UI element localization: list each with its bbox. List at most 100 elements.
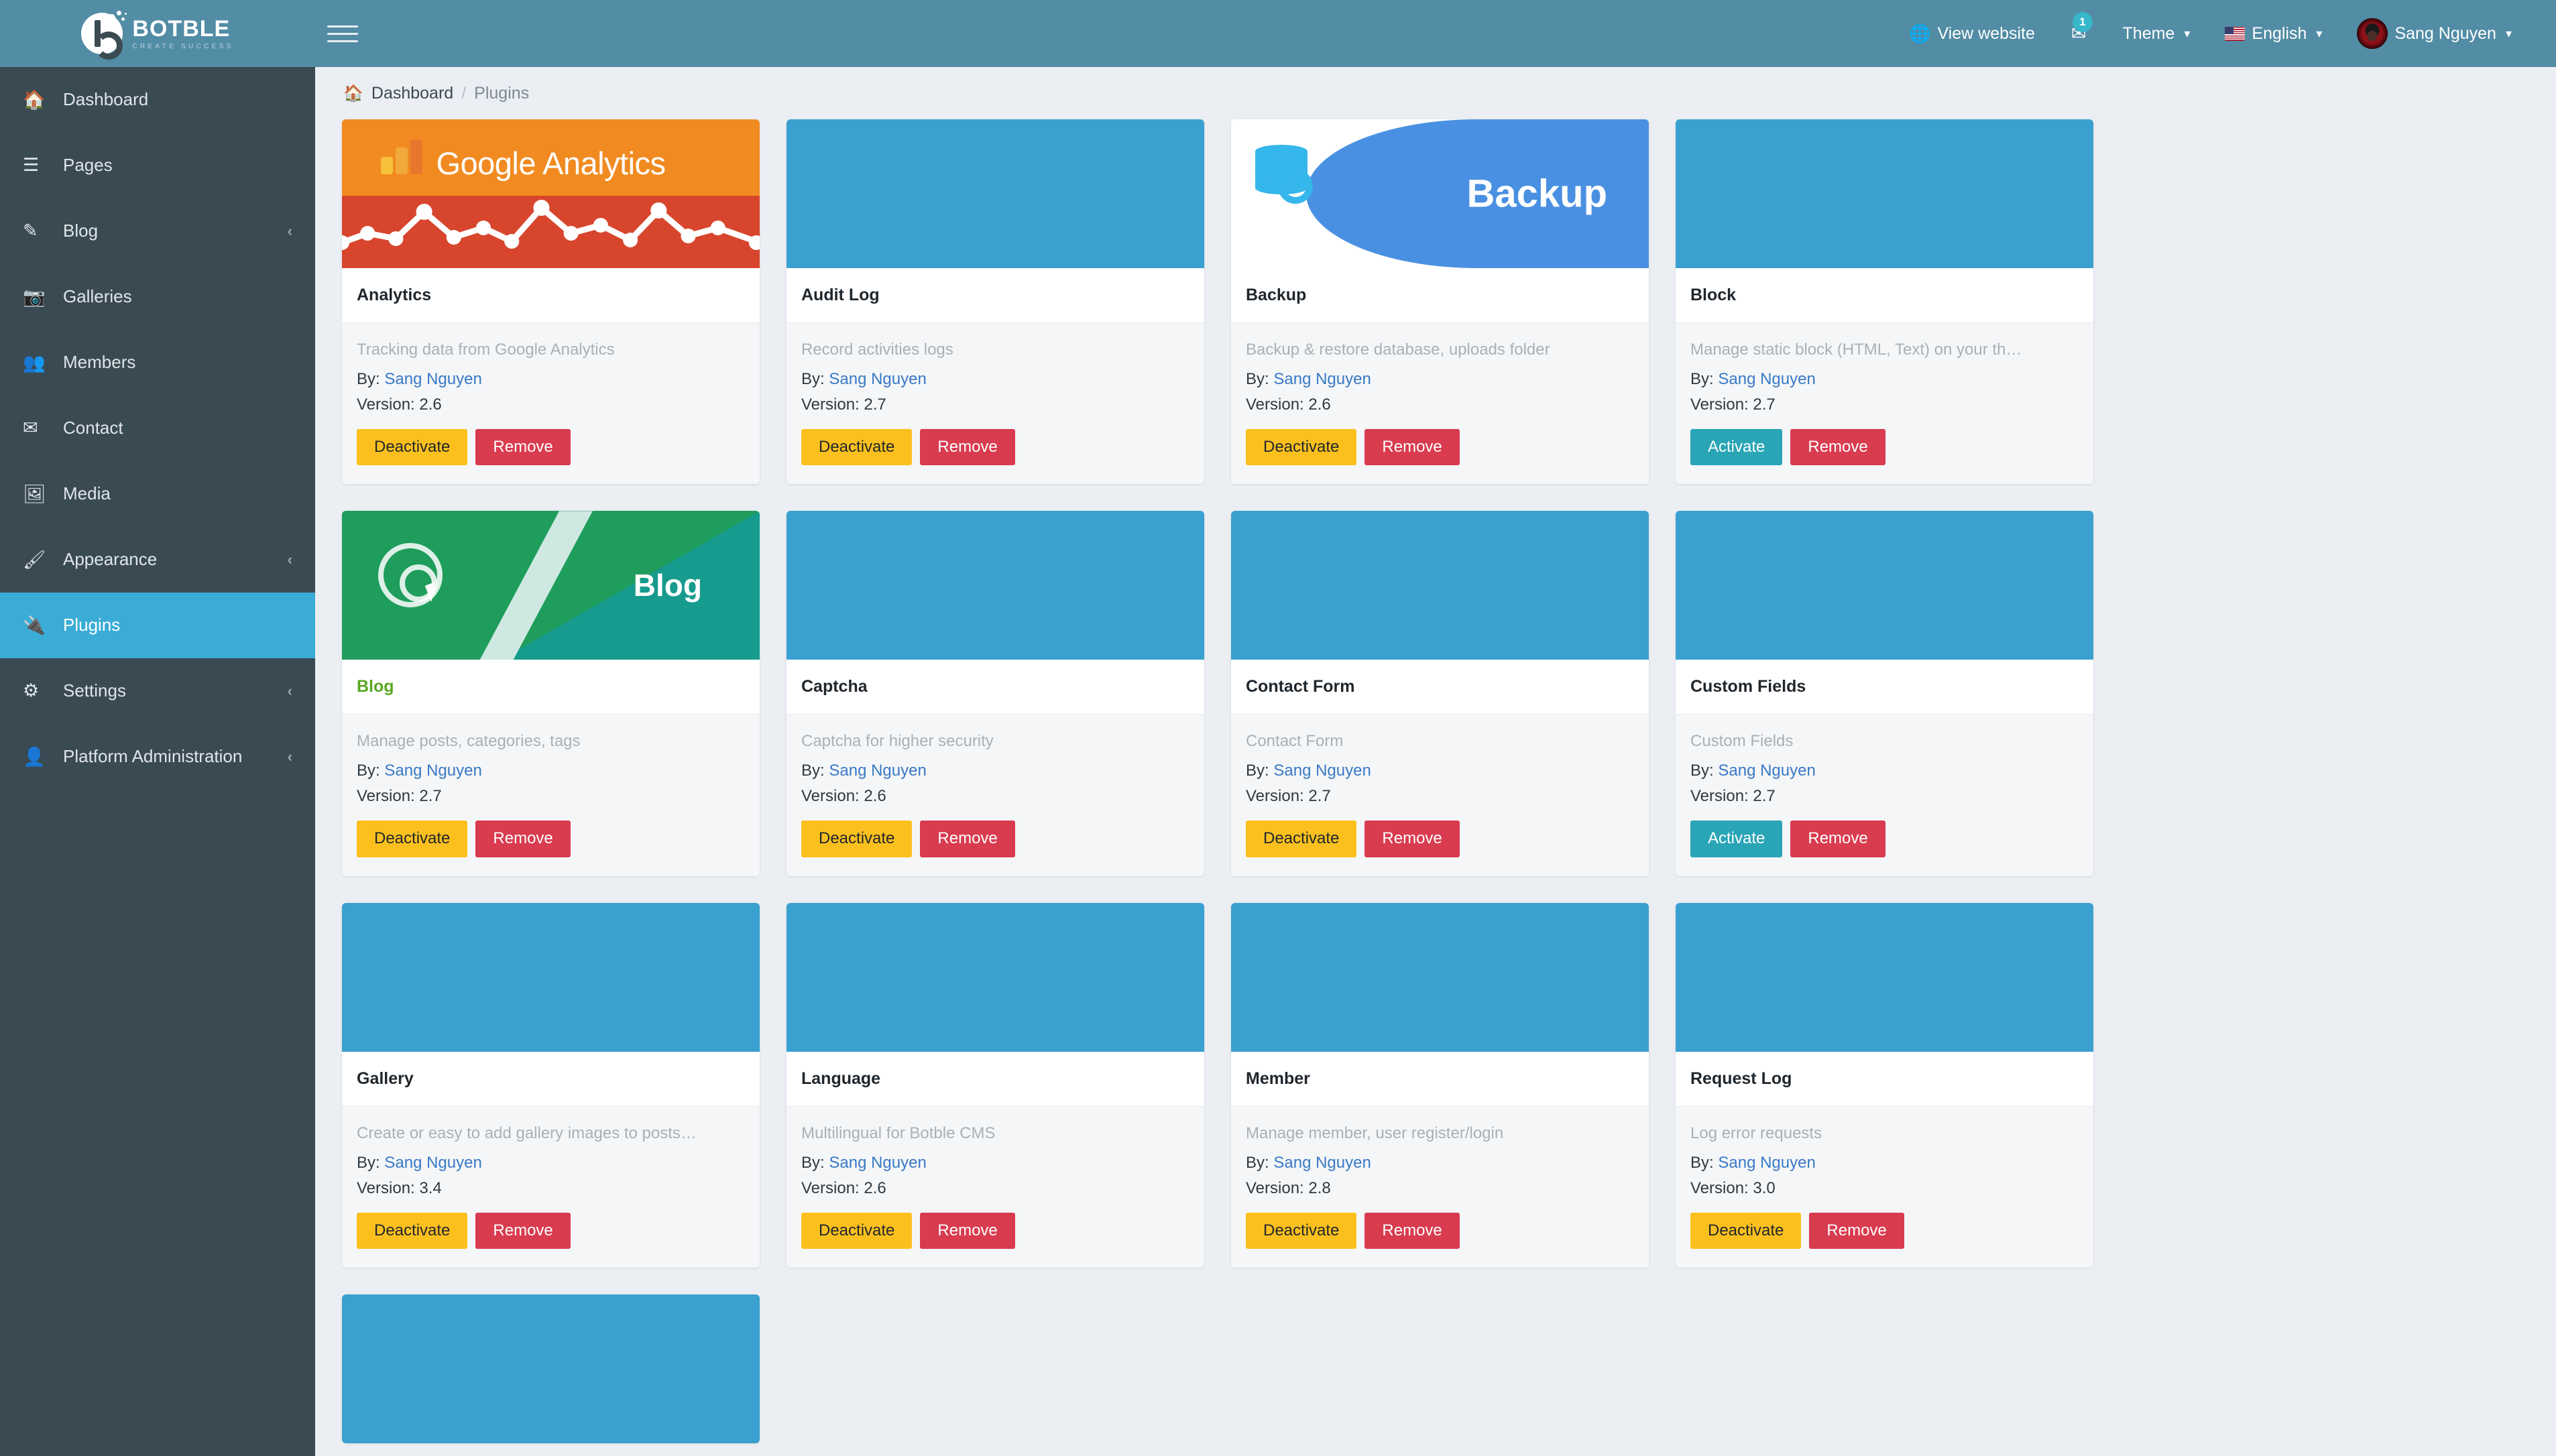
plugin-author-link[interactable]: Sang Nguyen [1273,370,1371,388]
plugin-card: Contact Form Contact Form By: Sang Nguyen V… [1231,511,1649,876]
plugin-card-header: Request Log [1676,1051,2093,1107]
sidebar-item-label: Media [63,483,111,503]
plugin-author-link[interactable]: Sang Nguyen [829,370,926,388]
plugin-name: Audit Log [801,286,880,304]
brand-area[interactable]: BOTBLE CREATE SUCCESS [0,0,315,67]
chevron-left-icon: ‹ [287,550,292,568]
deactivate-button[interactable]: Deactivate [1690,1212,1802,1250]
remove-button[interactable]: Remove [1809,1212,1904,1250]
plugin-card: Language Multilingual for Botble CMS By: S… [787,902,1204,1268]
deactivate-button[interactable]: Deactivate [1246,1212,1357,1250]
remove-button[interactable]: Remove [475,429,571,466]
plugin-card-header: Gallery [342,1051,760,1107]
plugin-thumbnail-placeholder [1676,902,2093,1052]
author-prefix-label: By: [357,762,380,780]
plugin-author-link[interactable]: Sang Nguyen [384,762,481,780]
plugin-author-link[interactable]: Sang Nguyen [829,1154,926,1172]
remove-button[interactable]: Remove [475,821,571,857]
activate-button[interactable]: Activate [1690,429,1783,466]
deactivate-button[interactable]: Deactivate [357,429,468,466]
plugin-card: Backup Backup Backup & restore database, u… [1231,119,1649,485]
sidebar-item-galleries[interactable]: 📷 Galleries [0,264,315,330]
sidebar-item-settings[interactable]: ⚙ Settings ‹ [0,658,315,724]
plugin-version-line: Version: 2.7 [1246,787,1634,806]
deactivate-button[interactable]: Deactivate [801,1212,913,1250]
plugin-version-value: 2.7 [1753,787,1776,806]
plugin-author-link[interactable]: Sang Nguyen [384,1154,481,1172]
messages-badge: 1 [2072,12,2093,32]
menu-toggle-icon[interactable] [327,20,358,47]
plugin-author-link[interactable]: Sang Nguyen [384,370,481,388]
remove-button[interactable]: Remove [920,821,1015,857]
author-prefix-label: By: [1246,370,1269,388]
version-prefix-label: Version: [357,787,415,806]
sidebar-item-appearance[interactable]: 🖌 Appearance ‹ [0,527,315,593]
author-prefix-label: By: [1690,1153,1714,1172]
view-website-link[interactable]: 🌐 View website [1892,0,2052,67]
plugin-card-body: Tracking data from Google Analytics By: S… [342,323,760,485]
deactivate-button[interactable]: Deactivate [1246,821,1357,857]
plugin-name: Custom Fields [1690,677,1806,696]
plugin-name: Backup [1246,286,1307,304]
plugin-author-link[interactable]: Sang Nguyen [1273,762,1371,780]
thumbnail-text: Blog [633,568,702,603]
appearance-icon: 🖌 [23,549,46,570]
theme-dropdown[interactable]: Theme ▾ [2105,0,2208,67]
remove-button[interactable]: Remove [920,1212,1015,1250]
plugin-author-link[interactable]: Sang Nguyen [1718,370,1815,388]
sidebar-item-label: Dashboard [63,89,149,109]
remove-button[interactable]: Remove [1790,429,1885,466]
plugin-description: Multilingual for Botble CMS [801,1124,996,1142]
plugin-actions: Deactivate Remove [357,821,745,857]
language-dropdown[interactable]: English ▾ [2207,0,2339,67]
deactivate-button[interactable]: Deactivate [357,1212,468,1250]
sidebar-item-dashboard[interactable]: 🏠 Dashboard [0,67,315,133]
user-menu[interactable]: Sang Nguyen ▾ [2339,0,2529,67]
deactivate-button[interactable]: Deactivate [801,821,913,857]
plugin-thumbnail-placeholder [787,902,1204,1052]
remove-button[interactable]: Remove [1364,821,1460,857]
remove-button[interactable]: Remove [1364,429,1460,466]
sidebar-item-platform-administration[interactable]: 👤 Platform Administration ‹ [0,724,315,790]
plugin-author-link[interactable]: Sang Nguyen [1718,1154,1815,1172]
messages-button[interactable]: ✉ 1 [2052,0,2105,67]
sidebar-item-contact[interactable]: ✉ Contact [0,396,315,461]
breadcrumb-home-link[interactable]: Dashboard [371,84,453,103]
sidebar-item-pages[interactable]: ☰ Pages [0,133,315,198]
plugin-author-link[interactable]: Sang Nguyen [1273,1154,1371,1172]
deactivate-button[interactable]: Deactivate [801,429,913,466]
plugin-card-body: Captcha for higher security By: Sang Nguy… [787,715,1204,876]
thumbnail-text: Google Analytics [436,145,666,181]
sidebar-item-blog[interactable]: ✎ Blog ‹ [0,198,315,264]
view-website-label: View website [1937,23,2035,43]
plugin-version-value: 2.7 [419,787,442,806]
plugin-description: Contact Form [1246,732,1344,751]
plugin-thumbnail-placeholder [1676,511,2093,660]
remove-button[interactable]: Remove [920,429,1015,466]
deactivate-button[interactable]: Deactivate [1246,429,1357,466]
remove-button[interactable]: Remove [475,1212,571,1250]
remove-button[interactable]: Remove [1364,1212,1460,1250]
plugin-card-header: Language [787,1051,1204,1107]
plugin-card-body: Log error requests By: Sang Nguyen Version… [1676,1106,2093,1268]
analytics-line-graph-icon [342,200,760,250]
plugin-author-line: By: Sang Nguyen [1246,762,1634,780]
plugin-description: Manage static block (HTML, Text) on your… [1690,341,2022,359]
sidebar-item-plugins[interactable]: 🔌 Plugins [0,593,315,658]
botble-logo[interactable]: BOTBLE CREATE SUCCESS [81,11,233,60]
google-analytics-thumbnail: Google Analytics [342,119,760,268]
plugin-version-line: Version: 2.6 [1246,396,1634,414]
activate-button[interactable]: Activate [1690,821,1783,857]
sidebar-item-media[interactable]: 🖼 Media [0,461,315,527]
plugin-version-value: 3.0 [1753,1178,1776,1197]
plugin-name: Gallery [357,1069,414,1088]
contact-icon: ✉ [23,418,38,438]
sidebar-item-members[interactable]: 👥 Members [0,330,315,396]
plugin-name[interactable]: Blog [357,677,394,696]
remove-button[interactable]: Remove [1790,821,1885,857]
plugin-author-link[interactable]: Sang Nguyen [829,762,926,780]
deactivate-button[interactable]: Deactivate [357,821,468,857]
backup-thumbnail: Backup [1231,119,1649,268]
plugin-author-link[interactable]: Sang Nguyen [1718,762,1815,780]
header-actions: 🌐 View website ✉ 1 Theme ▾ English ▾ San… [1892,0,2556,67]
